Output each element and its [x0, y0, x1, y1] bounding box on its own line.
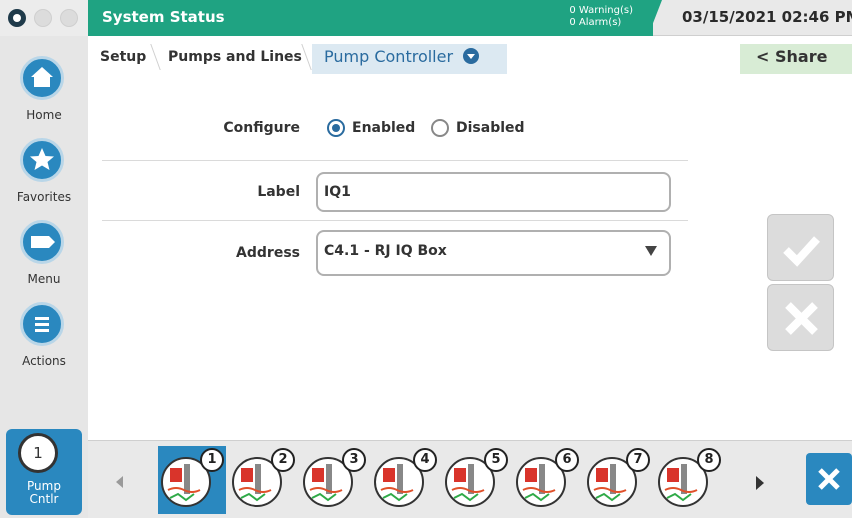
sidebar-item-actions[interactable]: Actions: [0, 294, 88, 374]
pump-slot[interactable]: 3: [300, 446, 368, 514]
window-dot-icon: [60, 9, 78, 27]
status-bar-edge: [648, 0, 662, 36]
close-icon: [818, 468, 840, 490]
share-button[interactable]: < Share: [756, 47, 827, 66]
sidebar-item-label: Home: [26, 108, 62, 122]
top-bar: System Status 0 Warning(s) 0 Alarm(s) 03…: [0, 0, 852, 36]
dropdown-arrow-icon: [645, 246, 657, 256]
pump-slot-number: 4: [413, 448, 437, 472]
sidebar-item-label: Actions: [22, 354, 66, 368]
system-status-bar[interactable]: System Status 0 Warning(s) 0 Alarm(s): [88, 0, 653, 36]
address-select[interactable]: C4.1 - RJ IQ Box: [316, 230, 671, 276]
label-field-label: Label: [257, 184, 300, 200]
sidebar-item-label: Favorites: [16, 190, 72, 204]
house-icon: [20, 56, 64, 100]
label-input[interactable]: IQ1: [316, 172, 671, 212]
pump-slot-number: 5: [484, 448, 508, 472]
pump-slot[interactable]: 1: [158, 446, 226, 514]
pump-controller-button[interactable]: 1 Pump Cntlr: [6, 429, 82, 515]
warning-count: 0 Warning(s): [569, 5, 633, 16]
pump-slot[interactable]: 8: [655, 446, 723, 514]
sidebar-item-menu[interactable]: Menu: [0, 212, 88, 292]
datetime: 03/15/2021 02:46 PM: [682, 8, 852, 26]
configure-label: Configure: [223, 120, 300, 136]
disabled-label[interactable]: Disabled: [456, 120, 525, 136]
breadcrumb: Setup Pumps and Lines Pump Controller < …: [88, 36, 852, 86]
logo-icon: [8, 9, 26, 27]
breadcrumb-setup[interactable]: Setup: [100, 49, 146, 65]
address-select-value: C4.1 - RJ IQ Box: [324, 243, 447, 259]
checkmark-icon: [783, 236, 820, 267]
close-strip-button[interactable]: [806, 453, 852, 505]
pump-slot-number: 7: [626, 448, 650, 472]
status-title: System Status: [102, 8, 225, 26]
alarm-count: 0 Alarm(s): [569, 17, 622, 28]
sidebar-item-favorites[interactable]: Favorites: [0, 130, 88, 210]
scroll-right-icon[interactable]: [756, 476, 764, 490]
window-dot-icon: [34, 9, 52, 27]
sidebar: Home Favorites Menu Actions 1 Pump Cntlr: [0, 36, 88, 518]
menu-icon: [20, 220, 64, 264]
app-root: System Status 0 Warning(s) 0 Alarm(s) 03…: [0, 0, 852, 518]
cancel-button[interactable]: [767, 284, 834, 351]
star-icon: [20, 138, 64, 182]
share-label: Share: [774, 47, 828, 66]
address-label: Address: [236, 245, 300, 261]
pump-controller-label: Pump Cntlr: [6, 480, 82, 506]
pump-slot-number: 3: [342, 448, 366, 472]
sidebar-item-home[interactable]: Home: [0, 48, 88, 128]
breadcrumb-pumps-and-lines[interactable]: Pumps and Lines: [168, 49, 302, 65]
chevron-down-icon: [463, 48, 480, 64]
scroll-left-icon[interactable]: [116, 476, 123, 488]
enabled-label[interactable]: Enabled: [352, 120, 415, 136]
pump-label-line: Cntlr: [29, 492, 59, 506]
pump-slot-number: 2: [271, 448, 295, 472]
pump-strip: 1 2 3 4 5 6 7 8: [88, 440, 852, 518]
window-controls: [0, 0, 88, 36]
breadcrumb-active-label: Pump Controller: [324, 47, 454, 66]
list-icon: [20, 302, 64, 346]
pump-slot[interactable]: 7: [584, 446, 652, 514]
pump-slot[interactable]: 5: [442, 446, 510, 514]
divider: [102, 160, 688, 161]
divider: [102, 220, 688, 221]
pump-slot[interactable]: 2: [229, 446, 297, 514]
pump-slot[interactable]: 4: [371, 446, 439, 514]
pump-slot[interactable]: 6: [513, 446, 581, 514]
enabled-radio[interactable]: [327, 119, 345, 137]
pump-number: 1: [18, 433, 58, 473]
sidebar-item-label: Menu: [27, 272, 61, 286]
disabled-radio[interactable]: [431, 119, 449, 137]
pump-slot-number: 8: [697, 448, 721, 472]
confirm-button[interactable]: [767, 214, 834, 281]
pump-slot-number: 1: [200, 448, 224, 472]
close-icon: [785, 302, 818, 335]
pump-slot-number: 6: [555, 448, 579, 472]
alert-counts: 0 Warning(s) 0 Alarm(s): [569, 5, 633, 29]
breadcrumb-separator: [150, 44, 161, 70]
breadcrumb-pump-controller[interactable]: Pump Controller: [324, 47, 480, 66]
share-icon: <: [756, 47, 770, 66]
breadcrumb-separator: [301, 44, 312, 70]
